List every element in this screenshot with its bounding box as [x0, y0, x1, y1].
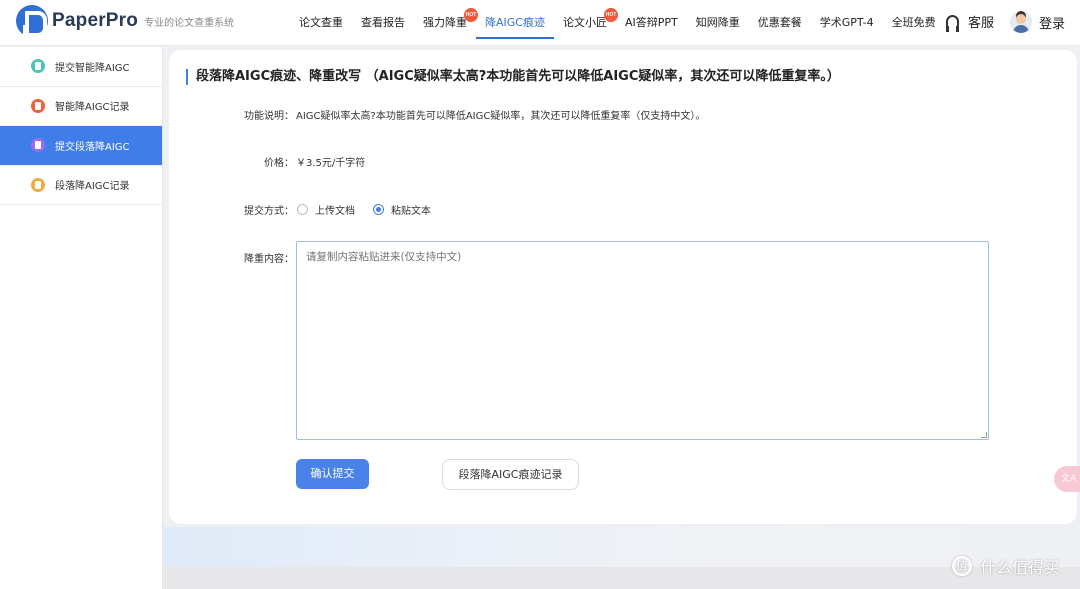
nav-item-label: AI答辩PPT [624, 16, 678, 29]
customer-service-label: 客服 [968, 16, 995, 31]
nav-item-label: 查看报告 [361, 16, 405, 29]
nav-item-label: 优惠套餐 [757, 16, 802, 29]
sidebar-item[interactable]: 提交段落降AIGC [0, 126, 162, 166]
nav-item-label: 强力降重 [423, 16, 467, 29]
content-label: 降重内容： [244, 254, 294, 265]
submit-method-label: 提交方式： [244, 206, 294, 217]
footer-strip [164, 567, 1080, 589]
page-title: 段落降AIGC痕迹、降重改写 （AIGC疑似率太高?本功能首先可以降低AIGC疑… [186, 69, 840, 85]
sidebar-item-label: 智能降AIGC记录 [55, 102, 130, 114]
watermark-text: 什么值得买 [980, 558, 1061, 577]
nav-item-label: 学术GPT-4 [819, 16, 874, 29]
nav-item-label: 论文查重 [299, 16, 343, 29]
logo[interactable]: PaperPro 专业的论文查重系统 [16, 5, 234, 37]
record-icon [31, 98, 45, 113]
nav-item-label: 降AIGC痕迹 [485, 16, 545, 29]
record-icon [31, 177, 45, 192]
description-value: AIGC疑似率太高?本功能首先可以降低AIGC疑似率，其次还可以降低重复率（仅支… [296, 111, 706, 122]
headset-icon [946, 15, 959, 32]
nav-item-label: 知网降重 [695, 16, 740, 29]
sidebar-item-label: 段落降AIGC记录 [55, 181, 130, 193]
login-button[interactable]: 登录 [1010, 11, 1065, 33]
nav-item-label: 论文小匠 [562, 16, 607, 29]
sidebar-item-label: 提交段落降AIGC [55, 141, 130, 153]
nav-item[interactable]: 学术GPT-4 [811, 0, 883, 46]
watermark: 值 什么值得买 [952, 554, 1060, 578]
sidebar-item-label: 提交智能降AIGC [55, 62, 130, 74]
logo-name: PaperPro [52, 10, 139, 31]
nav-item[interactable]: 知网降重 [687, 0, 749, 46]
customer-service-button[interactable]: 客服 [946, 12, 995, 32]
paragraph-icon [31, 138, 45, 153]
sidebar-item[interactable]: 智能降AIGC记录 [0, 87, 162, 126]
sidebar-item[interactable]: 提交智能降AIGC [0, 47, 162, 87]
upload-document-label[interactable]: 上传文档 [315, 202, 355, 217]
paste-text-label[interactable]: 粘贴文本 [391, 202, 431, 217]
nav-item[interactable]: 论文小匠 HOT [554, 0, 618, 46]
document-icon [31, 59, 45, 74]
logo-subtitle: 专业的论文查重系统 [144, 17, 235, 29]
watermark-logo-icon: 值 [952, 556, 972, 576]
paste-text-radio[interactable] [373, 204, 384, 215]
main-card: 段落降AIGC痕迹、降重改写 （AIGC疑似率太高?本功能首先可以降低AIGC疑… [169, 50, 1077, 524]
nav-item[interactable]: 降AIGC痕迹 [476, 0, 554, 46]
avatar [1010, 11, 1032, 33]
price-value: ￥3.5元/千字符 [296, 158, 366, 169]
upload-document-radio[interactable] [297, 204, 308, 215]
login-label: 登录 [1039, 16, 1066, 32]
paragraph-aigc-records-button[interactable]: 段落降AIGC痕迹记录 [442, 459, 579, 490]
confirm-submit-button[interactable]: 确认提交 [296, 459, 369, 489]
bottom-background [164, 527, 1080, 567]
sidebar: 提交智能降AIGC 智能降AIGC记录 提交段落降AIGC 段落降AIGC记录 [0, 47, 163, 589]
nav-item[interactable]: AI答辩PPT [616, 0, 687, 46]
content-textarea[interactable] [296, 241, 989, 440]
translate-floating-button[interactable]: 文A [1054, 466, 1080, 492]
nav-item[interactable]: 论文查重 [290, 0, 352, 46]
top-navigation-bar: PaperPro 专业的论文查重系统 论文查重 查看报告 强力降重 HOT 降AIGC痕… [0, 0, 1080, 46]
submit-method-radio-group: 上传文档 粘贴文本 [297, 202, 449, 217]
nav-item[interactable]: 强力降重 HOT [414, 0, 478, 46]
price-label: 价格： [264, 158, 294, 169]
main-nav: 论文查重 查看报告 强力降重 HOT 降AIGC痕迹 论文小匠 HOT AI答辩PPT 知网降重… [290, 0, 945, 46]
nav-item[interactable]: 全班免费 [883, 0, 945, 46]
resize-handle-icon[interactable] [981, 432, 987, 438]
nav-item-label: 全班免费 [891, 16, 936, 29]
description-label: 功能说明： [244, 111, 294, 122]
nav-item[interactable]: 查看报告 [352, 0, 414, 46]
sidebar-item[interactable]: 段落降AIGC记录 [0, 166, 162, 205]
paperpro-logo-icon [16, 5, 48, 37]
nav-item[interactable]: 优惠套餐 [749, 0, 811, 46]
